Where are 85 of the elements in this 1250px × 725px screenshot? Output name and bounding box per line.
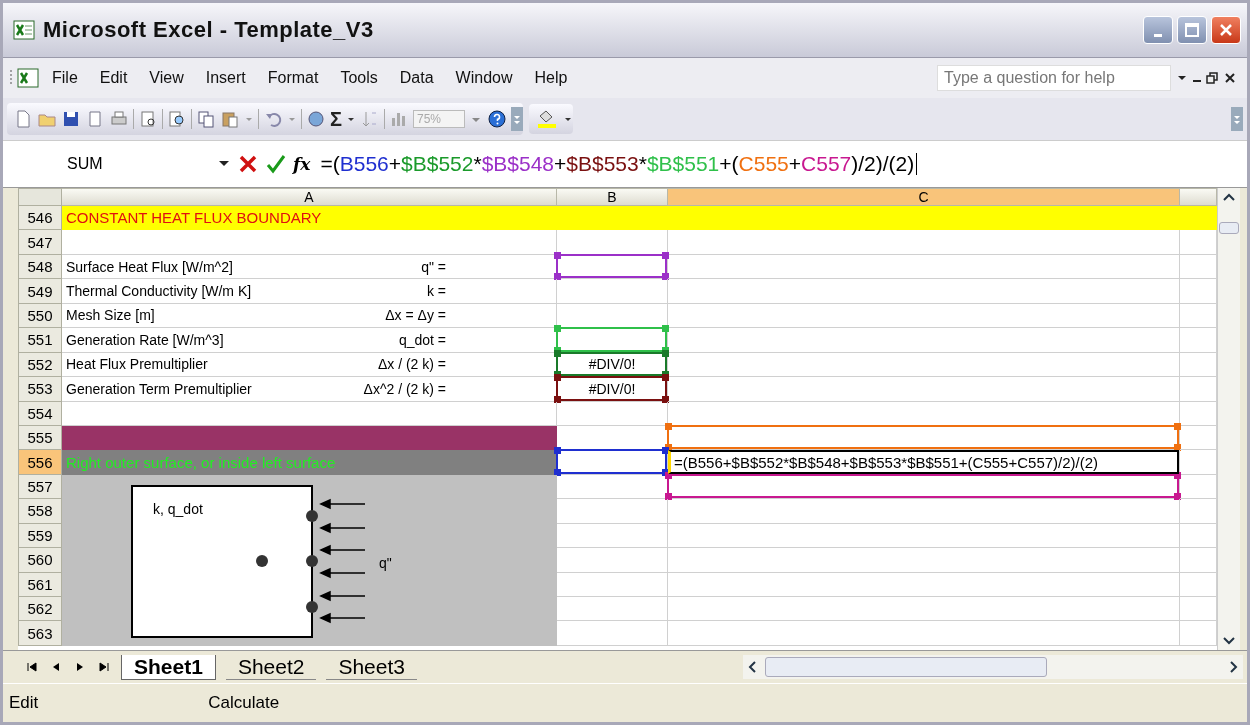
sheet-tab[interactable]: Sheet3 (326, 654, 417, 680)
formula-input[interactable]: =(B556+$B$552*$B$548+$B$553*$B$551+(C555+C557)/2)/(2) (316, 150, 922, 178)
autosum-button[interactable]: Σ (330, 107, 342, 131)
cell-label: Generation Rate [W/m^3] (66, 331, 224, 348)
cell-label: Mesh Size [m] (66, 307, 155, 324)
minimize-icon (1154, 33, 1162, 37)
close-icon (1218, 22, 1234, 38)
overflow-icon[interactable] (1231, 107, 1243, 131)
column-header[interactable]: C (668, 188, 1180, 206)
menu-item[interactable]: File (43, 67, 87, 89)
row-header[interactable]: 554 (18, 401, 62, 426)
maximize-icon (1184, 22, 1200, 38)
maximize-button[interactable] (1177, 16, 1207, 44)
cell-formula-label: q" = (421, 258, 446, 275)
cell-label: Generation Term Premultiplier (66, 380, 252, 397)
row-header[interactable]: 555 (18, 425, 62, 451)
row-header[interactable]: 548 (18, 254, 62, 280)
row-header[interactable]: 553 (18, 377, 62, 402)
help-search-field[interactable]: Type a question for help (937, 65, 1171, 91)
scroll-thumb[interactable] (765, 657, 1047, 677)
table-cell (1180, 206, 1217, 231)
row-header[interactable]: 551 (18, 328, 62, 353)
print-preview-icon[interactable] (138, 109, 158, 129)
cancel-icon[interactable] (237, 153, 259, 175)
save-icon[interactable] (61, 109, 81, 129)
row-header[interactable]: 558 (18, 499, 62, 524)
cell-label: CONSTANT HEAT FLUX BOUNDARY (66, 209, 322, 227)
sheet-tab[interactable]: Sheet1 (121, 654, 216, 680)
cell-value: #DIV/0! (588, 356, 636, 373)
close-button[interactable] (1211, 16, 1241, 44)
research-icon[interactable] (167, 109, 187, 129)
row-header[interactable]: 552 (18, 352, 62, 378)
row-header[interactable]: 549 (18, 279, 62, 304)
insert-function-button[interactable]: fx (293, 154, 311, 174)
cell-formula-label: Δx / (2 k) = (377, 356, 446, 373)
menu-item[interactable]: Format (258, 67, 328, 89)
row-header[interactable]: 563 (18, 621, 62, 646)
cell-formula-label: Δx^2 / (2 k) = (363, 380, 446, 397)
cell-label: Heat Flux Premultiplier (66, 356, 208, 373)
cell-label: Thermal Conductivity [W/m K] (66, 283, 252, 300)
row-header[interactable]: 547 (18, 230, 62, 255)
last-sheet-icon[interactable] (97, 660, 111, 674)
row-header[interactable]: 546 (18, 206, 62, 231)
row-header[interactable]: 562 (18, 597, 62, 622)
window-title: Microsoft Excel - Template_V3 (43, 17, 374, 43)
spreadsheet-icon[interactable] (17, 68, 39, 88)
menu-item[interactable]: Help (525, 67, 577, 89)
row-header[interactable]: 559 (18, 523, 62, 549)
menu-item[interactable]: Edit (90, 67, 137, 89)
cell-value: #DIV/0! (588, 380, 636, 397)
column-header[interactable]: A (62, 188, 557, 206)
status-message: Calculate (208, 693, 280, 713)
row-header[interactable]: 550 (18, 303, 62, 329)
cell-label: Surface Heat Flux [W/m^2] (66, 258, 233, 275)
paste-icon[interactable] (220, 109, 240, 129)
first-sheet-icon[interactable] (25, 660, 39, 674)
menu-item[interactable]: Window (446, 67, 522, 89)
horizontal-scrollbar[interactable] (743, 655, 1243, 679)
cell-label: Right outer surface, or inside left surface (66, 453, 336, 471)
row-header[interactable]: 560 (18, 548, 62, 573)
sheet-tab[interactable]: Sheet2 (225, 654, 317, 680)
fill-color-icon[interactable] (535, 108, 559, 130)
row-header[interactable]: 556 (18, 450, 62, 475)
cell-formula-label: Δx = Δy = (385, 307, 446, 324)
cell-formula-label: k = (426, 283, 446, 300)
restore-icon[interactable] (1205, 71, 1219, 85)
cell-editor[interactable]: =(B556+$B$552*$B$548+$B$553*$B$551+(C555+C557)/2)/(2) (668, 450, 1179, 474)
cell-formula-label: q_dot = (398, 331, 446, 348)
vertical-scrollbar[interactable] (1217, 188, 1240, 650)
status-mode: Edit (9, 693, 39, 713)
menu-item[interactable]: Tools (331, 67, 387, 89)
column-header[interactable]: B (557, 188, 668, 206)
help-icon[interactable] (487, 109, 507, 129)
close-icon[interactable] (1223, 71, 1237, 85)
menu-item[interactable]: Data (390, 67, 443, 89)
row-header[interactable]: 557 (18, 474, 62, 500)
menu-item[interactable]: Insert (196, 67, 255, 89)
name-box[interactable]: SUM (63, 153, 211, 175)
minimize-button[interactable] (1143, 16, 1173, 44)
enter-check-icon[interactable] (265, 153, 287, 175)
menu-item[interactable]: View (140, 67, 193, 89)
spreadsheet-icon (13, 20, 35, 40)
copy-icon[interactable] (196, 109, 216, 129)
scroll-thumb[interactable] (1219, 222, 1239, 234)
row-header[interactable]: 561 (18, 572, 62, 597)
